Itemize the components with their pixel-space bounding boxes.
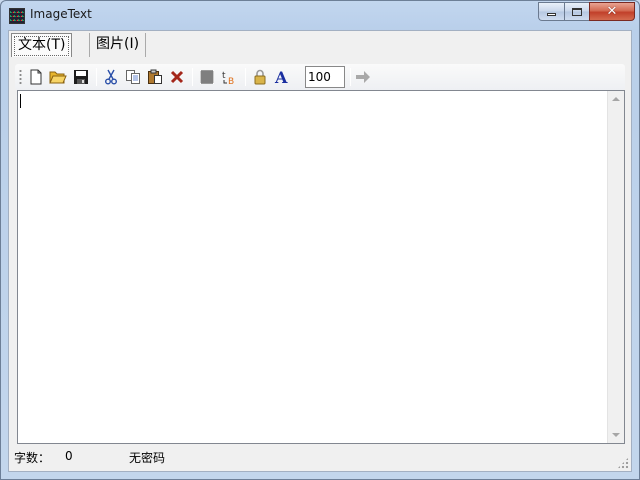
- svg-text:A: A: [274, 69, 288, 85]
- grid-icon[interactable]: [197, 67, 217, 87]
- tab-image[interactable]: 图片(I): [89, 33, 147, 57]
- status-bar: 字数： 0 无密码: [9, 445, 631, 471]
- toolbar-grip[interactable]: [19, 69, 22, 85]
- copy-icon[interactable]: [123, 67, 143, 87]
- maximize-button[interactable]: [564, 2, 589, 21]
- tab-bar: 文本(T) 图片(I): [9, 31, 631, 59]
- toolbar-separator: [350, 68, 351, 86]
- vertical-scrollbar[interactable]: [607, 91, 624, 443]
- font-icon[interactable]: A: [272, 67, 292, 87]
- char-count-label: 字数：: [14, 451, 51, 465]
- password-status: 无密码: [129, 451, 166, 465]
- minimize-button[interactable]: [538, 2, 564, 21]
- text-caret: [20, 94, 21, 108]
- toolbar: tB A 100: [15, 64, 625, 90]
- cut-icon[interactable]: [101, 67, 121, 87]
- close-button[interactable]: ✕: [589, 2, 635, 21]
- lock-icon[interactable]: [250, 67, 270, 87]
- svg-text:t: t: [222, 71, 226, 81]
- app-icon[interactable]: [9, 8, 25, 24]
- tab-text[interactable]: 文本(T): [11, 33, 73, 57]
- maximize-icon: [572, 7, 582, 16]
- minimize-icon: [547, 13, 556, 16]
- paste-icon[interactable]: [145, 67, 165, 87]
- svg-text:B: B: [228, 77, 234, 85]
- app-window: ImageText ✕ 文本(T) 图片(I) t B A 100 字数： 0 …: [0, 0, 640, 480]
- client-area: 文本(T) 图片(I) t B A 100 字数： 0 无密码: [8, 30, 632, 472]
- save-icon[interactable]: [71, 67, 91, 87]
- title-bar[interactable]: ImageText ✕: [1, 1, 639, 29]
- window-title: ImageText: [30, 7, 92, 21]
- zoom-input[interactable]: 100: [305, 66, 345, 88]
- toolbar-separator: [192, 68, 193, 86]
- scroll-down-icon[interactable]: [612, 433, 620, 437]
- open-folder-icon[interactable]: [48, 67, 68, 87]
- text-encode-icon[interactable]: tB: [220, 67, 240, 87]
- resize-grip-icon[interactable]: [617, 457, 629, 469]
- toolbar-separator: [96, 68, 97, 86]
- char-count-value: 0: [65, 449, 73, 463]
- delete-icon[interactable]: [167, 67, 187, 87]
- new-file-icon[interactable]: [26, 67, 46, 87]
- caption-buttons: ✕: [538, 2, 635, 22]
- toolbar-separator: [245, 68, 246, 86]
- next-arrow-icon[interactable]: [353, 67, 373, 87]
- text-editor[interactable]: [17, 90, 625, 444]
- close-icon: ✕: [606, 4, 618, 19]
- scroll-up-icon[interactable]: [612, 97, 620, 101]
